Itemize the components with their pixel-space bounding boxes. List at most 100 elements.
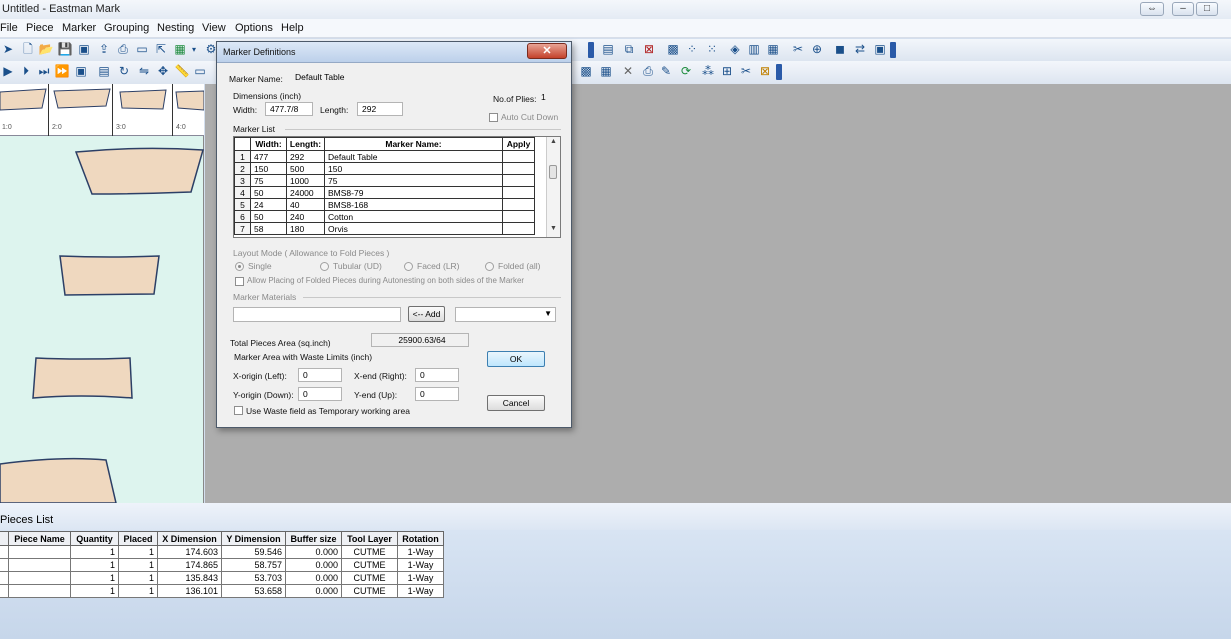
cell-placed[interactable]: 1: [118, 545, 158, 559]
measure-icon[interactable]: 📏: [174, 64, 190, 79]
marker-row-index[interactable]: 2: [234, 162, 251, 175]
row-selector[interactable]: [0, 558, 9, 572]
cell-quantity[interactable]: 1: [70, 545, 119, 559]
print-preview-icon[interactable]: ⎙: [640, 64, 656, 79]
table-row[interactable]: 1 1 174.865 58.757 0.000 CUTME 1-Way: [0, 558, 444, 572]
marker-canvas[interactable]: [0, 136, 204, 503]
marker-row-width[interactable]: 150: [250, 162, 287, 175]
x-origin-input[interactable]: 0: [298, 368, 342, 382]
marker-row-apply[interactable]: [502, 150, 535, 163]
select-pieces-icon[interactable]: ▤: [96, 64, 112, 79]
col-quantity[interactable]: Quantity: [70, 531, 119, 546]
col-marker-name[interactable]: Marker Name:: [324, 137, 503, 151]
cell-x-dimension[interactable]: 136.101: [157, 584, 222, 598]
cell-buffer-size[interactable]: 0.000: [285, 545, 342, 559]
table-row[interactable]: 1 1 174.603 59.546 0.000 CUTME 1-Way: [0, 545, 444, 559]
marker-row-name[interactable]: Default Table: [324, 150, 503, 163]
cell-tool-layer[interactable]: CUTME: [341, 558, 398, 572]
marker-row-apply[interactable]: [502, 174, 535, 187]
cell-rotation[interactable]: 1-Way: [397, 571, 444, 585]
cell-quantity[interactable]: 1: [70, 558, 119, 572]
cell-placed[interactable]: 1: [118, 558, 158, 572]
use-waste-checkbox[interactable]: [234, 406, 243, 415]
group-icon[interactable]: ▩: [665, 42, 681, 57]
close-icon[interactable]: ✕: [527, 43, 567, 59]
marker-row-length[interactable]: 180: [286, 222, 325, 235]
cell-quantity[interactable]: 1: [70, 584, 119, 598]
cancel-button[interactable]: Cancel: [487, 395, 545, 411]
marker-list-grid[interactable]: Width: Length: Marker Name: Apply 1 477 …: [233, 136, 561, 238]
marker-row-index[interactable]: 5: [234, 198, 251, 211]
drop-icon[interactable]: ◼: [832, 42, 848, 57]
cell-x-dimension[interactable]: 174.865: [157, 558, 222, 572]
table-row[interactable]: 1 1 135.843 53.703 0.000 CUTME 1-Way: [0, 571, 444, 585]
x-end-input[interactable]: 0: [415, 368, 459, 382]
send-icon[interactable]: ⇱: [153, 42, 169, 57]
menu-marker[interactable]: Marker: [62, 22, 96, 34]
matrix2-icon[interactable]: ▦: [598, 64, 614, 79]
plot-icon[interactable]: ▭: [134, 42, 150, 57]
menu-options[interactable]: Options: [235, 22, 273, 34]
delete-piece-icon[interactable]: ⊠: [641, 42, 657, 57]
cell-y-dimension[interactable]: 53.703: [221, 571, 286, 585]
menu-help[interactable]: Help: [281, 22, 304, 34]
cell-piece-name[interactable]: [8, 584, 71, 598]
marker-row-apply[interactable]: [502, 222, 535, 235]
cut-icon[interactable]: ✂: [790, 42, 806, 57]
nest-auto-icon[interactable]: ⁂: [700, 64, 716, 79]
maximize-icon[interactable]: □: [1196, 2, 1218, 16]
nest-icon[interactable]: ◈: [727, 42, 743, 57]
marker-row-index[interactable]: 7: [234, 222, 251, 235]
marker-row-width[interactable]: 24: [250, 198, 287, 211]
next-icon[interactable]: ⏩: [54, 64, 70, 79]
zoom-icon[interactable]: ⊕: [809, 42, 825, 57]
auto-cut-down-checkbox[interactable]: [489, 113, 498, 122]
cell-piece-name[interactable]: [8, 545, 71, 559]
col-placed[interactable]: Placed: [118, 531, 158, 546]
label-icon[interactable]: ▭: [192, 64, 208, 79]
marker-row-apply[interactable]: [502, 210, 535, 223]
y-end-input[interactable]: 0: [415, 387, 459, 401]
row-selector[interactable]: [0, 584, 9, 598]
nest-manual-icon[interactable]: ⊞: [719, 64, 735, 79]
restore-icon[interactable]: ⇔: [1140, 2, 1164, 16]
marker-workarea[interactable]: [0, 136, 204, 503]
save-icon[interactable]: 💾: [57, 42, 73, 57]
marker-list-scrollbar[interactable]: ▲ ▼: [546, 137, 560, 237]
step-icon[interactable]: ⏭: [36, 64, 52, 79]
copy-icon[interactable]: ⧉: [621, 42, 637, 57]
marker-row-name[interactable]: BMS8-79: [324, 186, 503, 199]
ok-button[interactable]: OK: [487, 351, 545, 367]
marker-row-name[interactable]: BMS8-168: [324, 198, 503, 211]
marker-list-row[interactable]: 2 150 500 150: [234, 162, 535, 175]
menu-grouping[interactable]: Grouping: [104, 22, 149, 34]
marker-row-apply[interactable]: [502, 162, 535, 175]
width-input[interactable]: 477.7/8: [265, 102, 313, 116]
material-select[interactable]: ▼: [455, 307, 556, 322]
col-marker-length[interactable]: Length:: [286, 137, 325, 151]
marker-row-width[interactable]: 50: [250, 186, 287, 199]
scroll-up-icon[interactable]: ▲: [550, 138, 557, 145]
layout-tubular-radio[interactable]: [320, 262, 329, 271]
pattern-icon[interactable]: ⁙: [704, 42, 720, 57]
marker-icon[interactable]: ⊠: [757, 64, 773, 79]
frame-icon[interactable]: ▦: [765, 42, 781, 57]
col-y-dimension[interactable]: Y Dimension: [221, 531, 286, 546]
marker-row-length[interactable]: 500: [286, 162, 325, 175]
rotate-icon[interactable]: ↻: [116, 64, 132, 79]
cell-buffer-size[interactable]: 0.000: [285, 571, 342, 585]
col-marker-width[interactable]: Width:: [250, 137, 287, 151]
marker-row-length[interactable]: 1000: [286, 174, 325, 187]
marker-name-field[interactable]: Default Table: [291, 71, 561, 85]
marker-row-length[interactable]: 24000: [286, 186, 325, 199]
cell-buffer-size[interactable]: 0.000: [285, 558, 342, 572]
menu-file[interactable]: File: [0, 22, 18, 34]
grid-icon[interactable]: ⁘: [684, 42, 700, 57]
minimize-icon[interactable]: –: [1172, 2, 1194, 16]
col-x-dimension[interactable]: X Dimension: [157, 531, 222, 546]
print-icon[interactable]: ⎙: [115, 42, 131, 57]
edit-icon[interactable]: ✎: [658, 64, 674, 79]
length-input[interactable]: 292: [357, 102, 403, 116]
pointer-icon[interactable]: ➤: [0, 42, 16, 57]
menu-view[interactable]: View: [202, 22, 226, 34]
